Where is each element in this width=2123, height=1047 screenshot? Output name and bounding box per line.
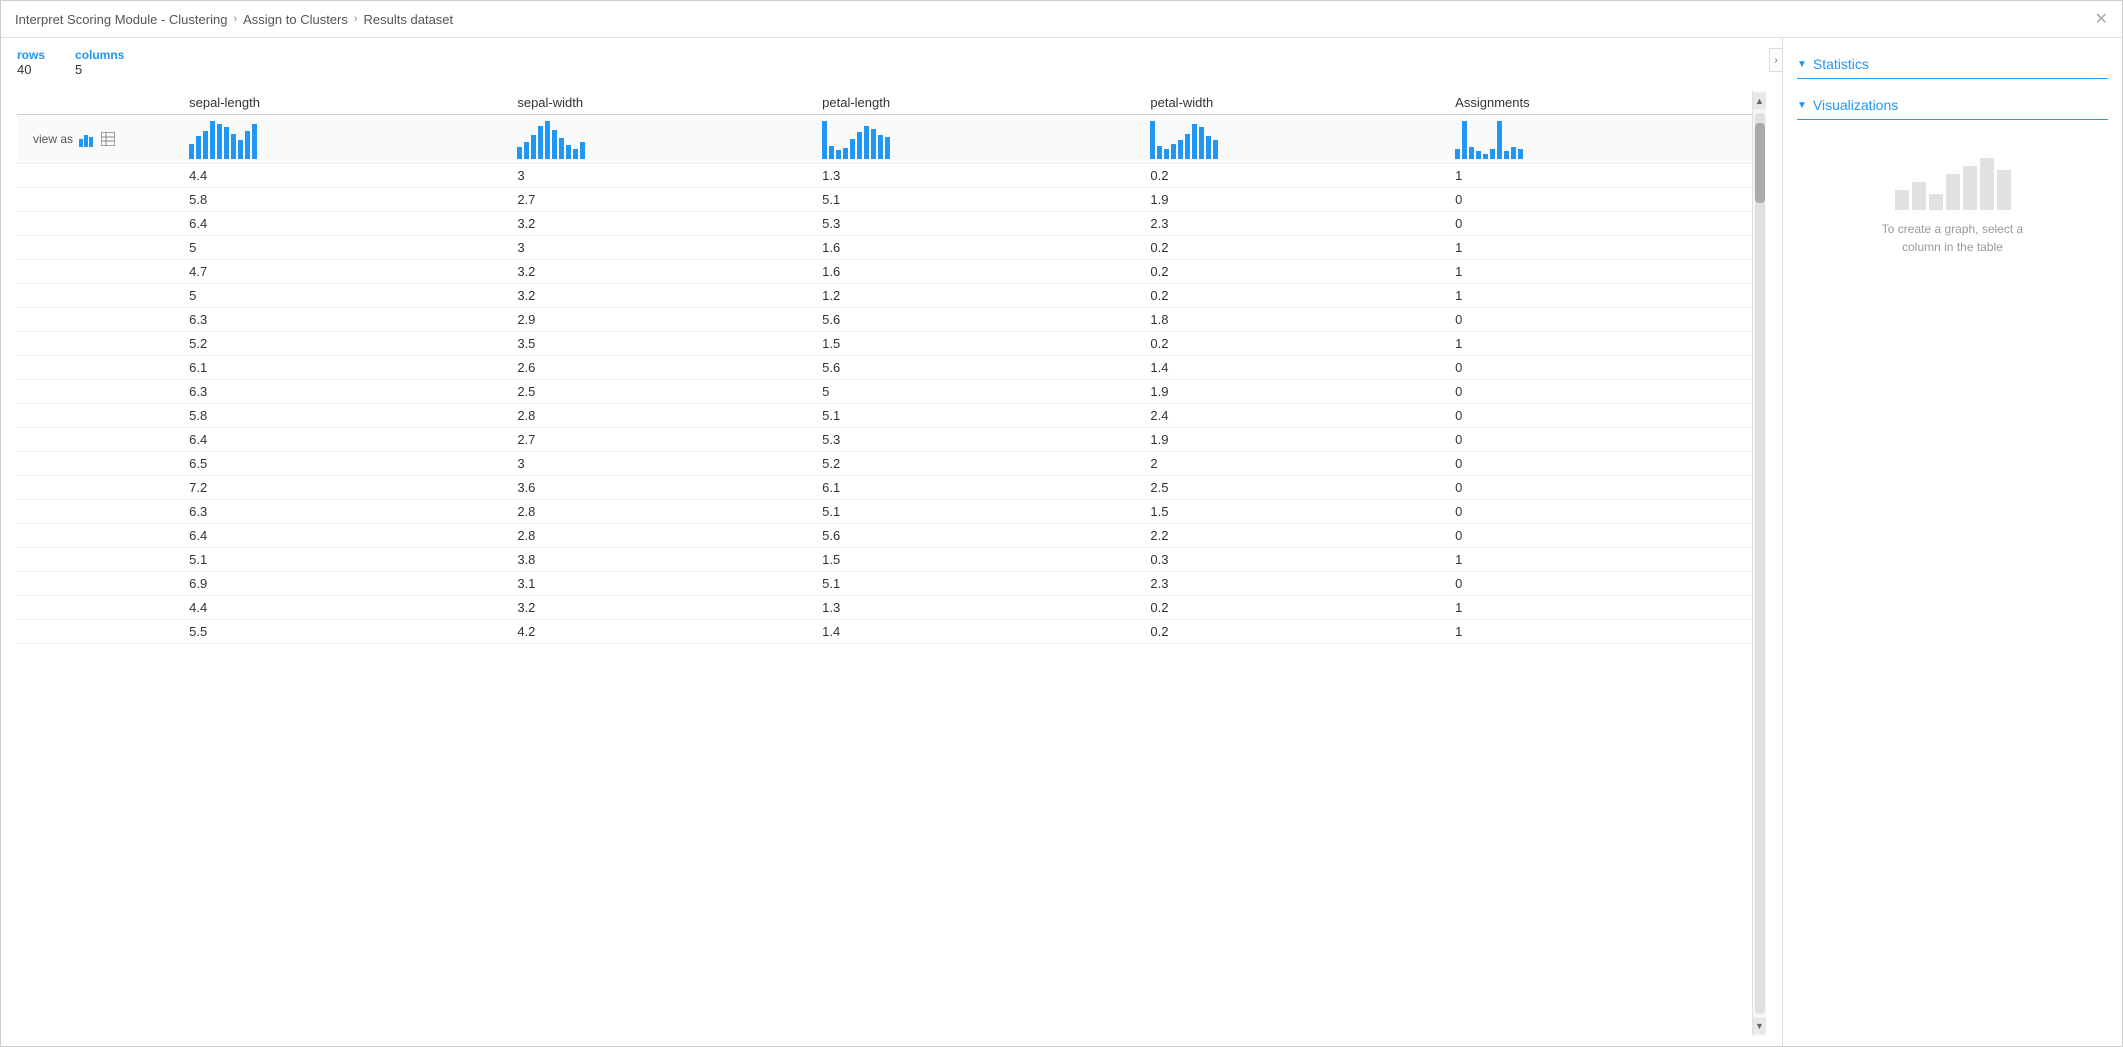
table-row: 6.32.551.90 bbox=[17, 380, 1752, 404]
breadcrumb: Interpret Scoring Module - Clustering › … bbox=[15, 12, 453, 27]
main-container: Interpret Scoring Module - Clustering › … bbox=[0, 0, 2123, 1047]
table-row: 7.23.66.12.50 bbox=[17, 476, 1752, 500]
table-row: 4.43.21.30.21 bbox=[17, 596, 1752, 620]
histogram-icon[interactable] bbox=[79, 131, 97, 147]
meta-row: rows 40 columns 5 bbox=[17, 48, 1766, 77]
meta-columns: columns 5 bbox=[75, 48, 124, 77]
mini-chart-petal-length[interactable] bbox=[814, 115, 1142, 164]
content-area: rows 40 columns 5 bbox=[1, 38, 2122, 1046]
table-row: 6.43.25.32.30 bbox=[17, 212, 1752, 236]
data-table-wrapper: sepal-length sepal-width petal-length pe… bbox=[17, 91, 1752, 1036]
table-row: 6.535.220 bbox=[17, 452, 1752, 476]
scroll-up-arrow[interactable]: ▲ bbox=[1753, 93, 1767, 109]
scroll-down-arrow[interactable]: ▼ bbox=[1753, 1018, 1767, 1034]
rows-value: 40 bbox=[17, 62, 45, 77]
statistics-section-header[interactable]: ▼ Statistics bbox=[1797, 50, 2108, 79]
rows-label: rows bbox=[17, 48, 45, 62]
scroll-thumb[interactable] bbox=[1755, 123, 1765, 203]
viz-placeholder: To create a graph, select acolumn in the… bbox=[1797, 130, 2108, 276]
mini-chart-sepal-length[interactable] bbox=[181, 115, 509, 164]
col-header-sepal-width[interactable]: sepal-width bbox=[509, 91, 814, 115]
col-header-petal-width[interactable]: petal-width bbox=[1142, 91, 1447, 115]
table-row: 5.23.51.50.21 bbox=[17, 332, 1752, 356]
header-bar: Interpret Scoring Module - Clustering › … bbox=[1, 1, 2122, 38]
statistics-label: Statistics bbox=[1813, 56, 1869, 72]
view-icons bbox=[79, 131, 115, 147]
col-header-petal-length[interactable]: petal-length bbox=[814, 91, 1142, 115]
breadcrumb-sep2: › bbox=[354, 13, 358, 25]
mini-chart-sepal-width[interactable] bbox=[509, 115, 814, 164]
table-row: 531.60.21 bbox=[17, 236, 1752, 260]
col-header-sepal-length[interactable]: sepal-length bbox=[181, 91, 509, 115]
left-panel: rows 40 columns 5 bbox=[1, 38, 1782, 1046]
data-table: sepal-length sepal-width petal-length pe… bbox=[17, 91, 1752, 644]
table-row: 4.73.21.60.21 bbox=[17, 260, 1752, 284]
view-as-cell: view as bbox=[17, 115, 181, 164]
chart-placeholder-icon bbox=[1895, 150, 2011, 210]
viz-placeholder-text: To create a graph, select acolumn in the… bbox=[1882, 220, 2023, 256]
breadcrumb-part2[interactable]: Assign to Clusters bbox=[243, 12, 348, 27]
table-row: 6.32.95.61.80 bbox=[17, 308, 1752, 332]
right-panel-content: ▼ Statistics ▼ Visualizations bbox=[1783, 38, 2122, 1046]
columns-value: 5 bbox=[75, 62, 124, 77]
table-row: 6.42.85.62.20 bbox=[17, 524, 1752, 548]
table-row: 5.54.21.40.21 bbox=[17, 620, 1752, 644]
statistics-arrow-icon: ▼ bbox=[1797, 59, 1807, 70]
table-row: 5.13.81.50.31 bbox=[17, 548, 1752, 572]
table-row: 6.32.85.11.50 bbox=[17, 500, 1752, 524]
breadcrumb-part3: Results dataset bbox=[364, 12, 454, 27]
visualizations-label: Visualizations bbox=[1813, 97, 1898, 113]
breadcrumb-part1[interactable]: Interpret Scoring Module - Clustering bbox=[15, 12, 227, 27]
columns-label: columns bbox=[75, 48, 124, 62]
table-icon[interactable] bbox=[101, 132, 115, 146]
panel-collapse-button[interactable]: › bbox=[1769, 48, 1783, 72]
right-panel: › ▼ Statistics ▼ Visualizations bbox=[1782, 38, 2122, 1046]
mini-chart-assignments[interactable] bbox=[1447, 115, 1752, 164]
col-header-assignments[interactable]: Assignments bbox=[1447, 91, 1752, 115]
column-header-row: sepal-length sepal-width petal-length pe… bbox=[17, 91, 1752, 115]
table-row: 5.82.85.12.40 bbox=[17, 404, 1752, 428]
table-row: 6.42.75.31.90 bbox=[17, 428, 1752, 452]
table-row: 53.21.20.21 bbox=[17, 284, 1752, 308]
view-as-row: view as bbox=[17, 115, 1752, 164]
table-row: 5.82.75.11.90 bbox=[17, 188, 1752, 212]
table-row: 6.12.65.61.40 bbox=[17, 356, 1752, 380]
table-row: 4.431.30.21 bbox=[17, 164, 1752, 188]
breadcrumb-sep1: › bbox=[233, 13, 237, 25]
meta-rows: rows 40 bbox=[17, 48, 45, 77]
scroll-track bbox=[1755, 113, 1765, 1014]
scrollbar[interactable]: ▲ ▼ bbox=[1752, 91, 1766, 1036]
view-as-label: view as bbox=[33, 132, 73, 146]
visualizations-section-header[interactable]: ▼ Visualizations bbox=[1797, 91, 2108, 120]
mini-chart-petal-width[interactable] bbox=[1142, 115, 1447, 164]
col-header-empty bbox=[17, 91, 181, 115]
visualizations-section: ▼ Visualizations bbox=[1797, 91, 2108, 276]
table-row: 6.93.15.12.30 bbox=[17, 572, 1752, 596]
close-icon[interactable]: ✕ bbox=[2095, 9, 2108, 29]
visualizations-arrow-icon: ▼ bbox=[1797, 100, 1807, 111]
